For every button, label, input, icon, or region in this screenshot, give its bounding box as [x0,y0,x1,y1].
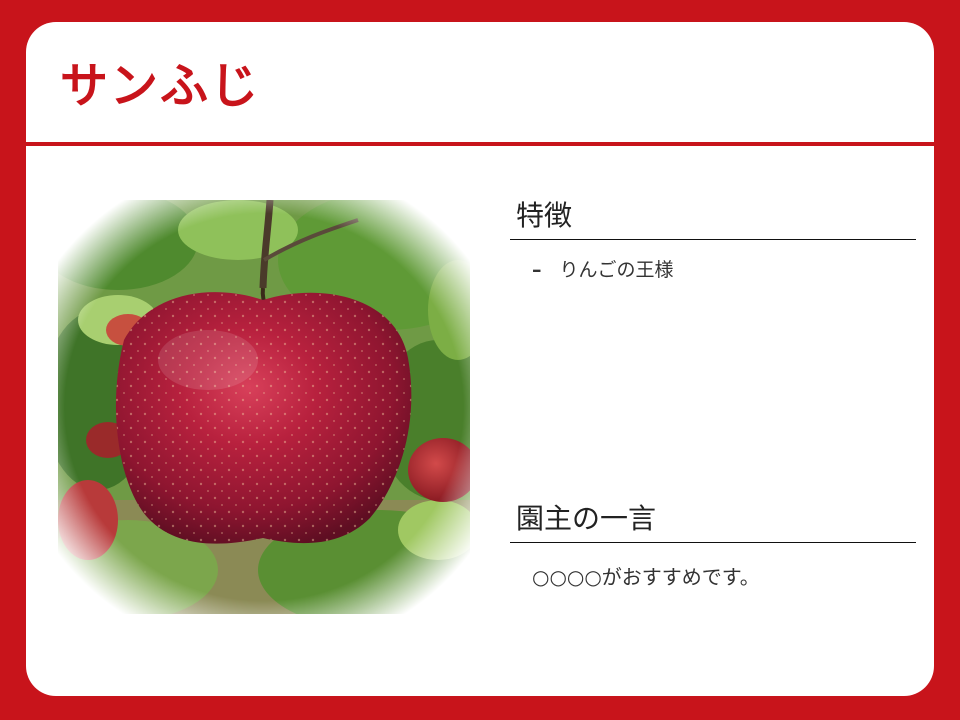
slide-card: サンふじ 特徴 – りんごの王様 園主の一言 ○○○○がおすすめです。 [26,22,934,696]
slide-title: サンふじ [60,58,261,114]
comment-text: ○○○○がおすすめです。 [532,565,760,589]
features-divider [510,239,916,240]
bullet-marker: – [532,259,542,281]
features-heading: 特徴 [516,199,573,232]
comment-heading: 園主の一言 [516,502,657,535]
title-divider [26,142,934,146]
feature-item-text: りんごの王様 [559,259,674,281]
comment-divider [510,542,916,543]
feature-item: – りんごの王様 [532,258,674,282]
apple-photo [58,200,470,614]
apple-illustration [58,200,470,614]
